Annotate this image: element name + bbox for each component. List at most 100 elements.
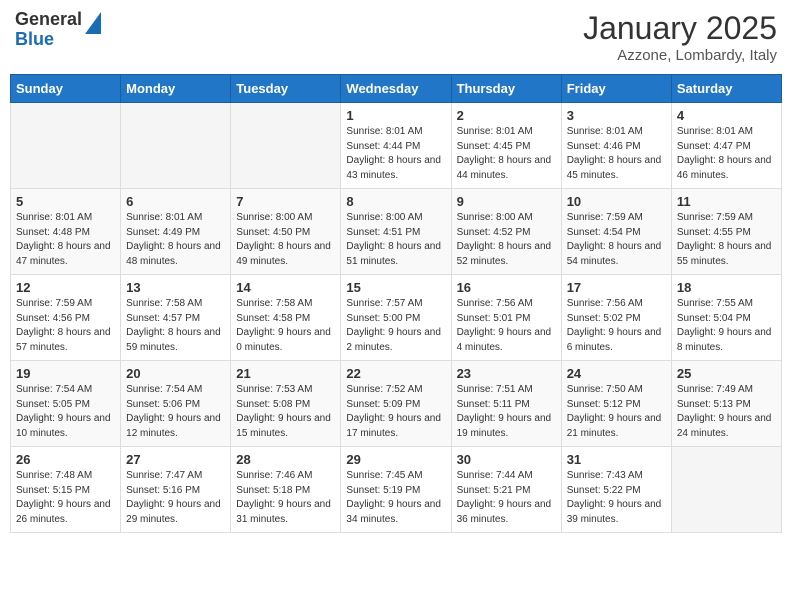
calendar-cell: 2Sunrise: 8:01 AM Sunset: 4:45 PM Daylig… [451, 103, 561, 189]
calendar-cell: 20 Sunrise: 7:54 AM Sunset: 5:06 PM Dayli… [121, 361, 231, 447]
day-info: Sunrise: 7:45 AM Sunset: 5:19 PM Dayligh… [346, 469, 445, 527]
column-header-monday: Monday [121, 75, 231, 103]
day-info: Sunrise: 7:54 AM Sunset: 5:05 PM Dayligh… [16, 383, 115, 441]
day-info: Sunrise: 7:59 AM Sunset: 4:54 PM Dayligh… [567, 211, 666, 269]
calendar-cell: 25 Sunrise: 7:49 AM Sunset: 5:13 PM Dayli… [671, 361, 781, 447]
calendar-cell: 10 Sunrise: 7:59 AM Sunset: 4:54 PM Dayli… [561, 189, 671, 275]
calendar-cell [11, 103, 121, 189]
day-number: 20 [126, 366, 225, 381]
calendar-cell: 24 Sunrise: 7:50 AM Sunset: 5:12 PM Dayli… [561, 361, 671, 447]
day-number: 6 [126, 194, 225, 209]
day-number: 14 [236, 280, 335, 295]
calendar-cell: 16 Sunrise: 7:56 AM Sunset: 5:01 PM Dayli… [451, 275, 561, 361]
calendar-cell [231, 103, 341, 189]
calendar-cell: 23 Sunrise: 7:51 AM Sunset: 5:11 PM Dayli… [451, 361, 561, 447]
day-number: 3 [567, 108, 666, 123]
calendar-cell: 4 Sunrise: 8:01 AM Sunset: 4:47 PM Daylig… [671, 103, 781, 189]
day-number: 21 [236, 366, 335, 381]
column-header-tuesday: Tuesday [231, 75, 341, 103]
day-number: 28 [236, 452, 335, 467]
day-number: 4 [677, 108, 776, 123]
day-number: 30 [457, 452, 556, 467]
calendar-table: SundayMondayTuesdayWednesdayThursdayFrid… [10, 74, 782, 533]
calendar-cell: 31Sunrise: 7:43 AM Sunset: 5:22 PM Dayli… [561, 447, 671, 533]
day-info: Sunrise: 8:00 AM Sunset: 4:52 PM Dayligh… [457, 211, 556, 269]
day-info: Sunrise: 7:54 AM Sunset: 5:06 PM Dayligh… [126, 383, 225, 441]
calendar-week-row: 1Sunrise: 8:01 AM Sunset: 4:44 PM Daylig… [11, 103, 782, 189]
day-info: Sunrise: 8:01 AM Sunset: 4:47 PM Dayligh… [677, 125, 776, 183]
calendar-cell: 1Sunrise: 8:01 AM Sunset: 4:44 PM Daylig… [341, 103, 451, 189]
calendar-cell: 28 Sunrise: 7:46 AM Sunset: 5:18 PM Dayli… [231, 447, 341, 533]
day-number: 10 [567, 194, 666, 209]
calendar-cell: 6 Sunrise: 8:01 AM Sunset: 4:49 PM Daylig… [121, 189, 231, 275]
day-number: 24 [567, 366, 666, 381]
calendar-cell: 30 Sunrise: 7:44 AM Sunset: 5:21 PM Dayli… [451, 447, 561, 533]
calendar-week-row: 19 Sunrise: 7:54 AM Sunset: 5:05 PM Dayli… [11, 361, 782, 447]
day-info: Sunrise: 7:47 AM Sunset: 5:16 PM Dayligh… [126, 469, 225, 527]
day-info: Sunrise: 8:01 AM Sunset: 4:45 PM Dayligh… [457, 125, 556, 183]
day-info: Sunrise: 7:58 AM Sunset: 4:57 PM Dayligh… [126, 297, 225, 355]
day-number: 22 [346, 366, 445, 381]
day-number: 17 [567, 280, 666, 295]
calendar-cell: 13 Sunrise: 7:58 AM Sunset: 4:57 PM Dayli… [121, 275, 231, 361]
calendar-week-row: 26 Sunrise: 7:48 AM Sunset: 5:15 PM Dayli… [11, 447, 782, 533]
day-number: 16 [457, 280, 556, 295]
calendar-cell [671, 447, 781, 533]
day-info: Sunrise: 7:59 AM Sunset: 4:56 PM Dayligh… [16, 297, 115, 355]
day-info: Sunrise: 7:56 AM Sunset: 5:02 PM Dayligh… [567, 297, 666, 355]
calendar-cell: 22Sunrise: 7:52 AM Sunset: 5:09 PM Dayli… [341, 361, 451, 447]
calendar-cell: 8 Sunrise: 8:00 AM Sunset: 4:51 PM Daylig… [341, 189, 451, 275]
column-header-friday: Friday [561, 75, 671, 103]
logo-general: General [15, 10, 82, 30]
calendar-cell: 18Sunrise: 7:55 AM Sunset: 5:04 PM Dayli… [671, 275, 781, 361]
column-header-thursday: Thursday [451, 75, 561, 103]
calendar-cell: 11Sunrise: 7:59 AM Sunset: 4:55 PM Dayli… [671, 189, 781, 275]
day-number: 15 [346, 280, 445, 295]
day-number: 25 [677, 366, 776, 381]
day-number: 9 [457, 194, 556, 209]
day-number: 7 [236, 194, 335, 209]
calendar-cell: 5 Sunrise: 8:01 AM Sunset: 4:48 PM Daylig… [11, 189, 121, 275]
day-info: Sunrise: 7:56 AM Sunset: 5:01 PM Dayligh… [457, 297, 556, 355]
page-header: General Blue January 2025 Azzone, Lombar… [10, 10, 782, 64]
day-info: Sunrise: 7:44 AM Sunset: 5:21 PM Dayligh… [457, 469, 556, 527]
day-info: Sunrise: 7:46 AM Sunset: 5:18 PM Dayligh… [236, 469, 335, 527]
calendar-cell: 26 Sunrise: 7:48 AM Sunset: 5:15 PM Dayli… [11, 447, 121, 533]
day-number: 29 [346, 452, 445, 467]
day-info: Sunrise: 7:51 AM Sunset: 5:11 PM Dayligh… [457, 383, 556, 441]
day-number: 5 [16, 194, 115, 209]
calendar-cell: 12Sunrise: 7:59 AM Sunset: 4:56 PM Dayli… [11, 275, 121, 361]
calendar-cell: 9 Sunrise: 8:00 AM Sunset: 4:52 PM Daylig… [451, 189, 561, 275]
day-number: 8 [346, 194, 445, 209]
logo: General Blue [15, 10, 101, 50]
day-number: 26 [16, 452, 115, 467]
day-number: 19 [16, 366, 115, 381]
calendar-cell: 17 Sunrise: 7:56 AM Sunset: 5:02 PM Dayli… [561, 275, 671, 361]
calendar-cell: 29 Sunrise: 7:45 AM Sunset: 5:19 PM Dayli… [341, 447, 451, 533]
day-info: Sunrise: 7:43 AM Sunset: 5:22 PM Dayligh… [567, 469, 666, 527]
calendar-cell: 14 Sunrise: 7:58 AM Sunset: 4:58 PM Dayli… [231, 275, 341, 361]
day-info: Sunrise: 7:57 AM Sunset: 5:00 PM Dayligh… [346, 297, 445, 355]
day-number: 27 [126, 452, 225, 467]
day-number: 11 [677, 194, 776, 209]
day-info: Sunrise: 7:49 AM Sunset: 5:13 PM Dayligh… [677, 383, 776, 441]
day-info: Sunrise: 7:48 AM Sunset: 5:15 PM Dayligh… [16, 469, 115, 527]
day-info: Sunrise: 7:53 AM Sunset: 5:08 PM Dayligh… [236, 383, 335, 441]
day-info: Sunrise: 8:00 AM Sunset: 4:50 PM Dayligh… [236, 211, 335, 269]
logo-text: General Blue [15, 10, 82, 50]
day-info: Sunrise: 8:01 AM Sunset: 4:44 PM Dayligh… [346, 125, 445, 183]
calendar-week-row: 12Sunrise: 7:59 AM Sunset: 4:56 PM Dayli… [11, 275, 782, 361]
calendar-cell: 3 Sunrise: 8:01 AM Sunset: 4:46 PM Daylig… [561, 103, 671, 189]
calendar-cell: 21 Sunrise: 7:53 AM Sunset: 5:08 PM Dayli… [231, 361, 341, 447]
day-info: Sunrise: 7:58 AM Sunset: 4:58 PM Dayligh… [236, 297, 335, 355]
day-number: 18 [677, 280, 776, 295]
day-info: Sunrise: 8:01 AM Sunset: 4:49 PM Dayligh… [126, 211, 225, 269]
day-info: Sunrise: 8:01 AM Sunset: 4:46 PM Dayligh… [567, 125, 666, 183]
day-number: 13 [126, 280, 225, 295]
day-info: Sunrise: 7:50 AM Sunset: 5:12 PM Dayligh… [567, 383, 666, 441]
calendar-header-row: SundayMondayTuesdayWednesdayThursdayFrid… [11, 75, 782, 103]
day-number: 23 [457, 366, 556, 381]
calendar-cell [121, 103, 231, 189]
day-info: Sunrise: 8:00 AM Sunset: 4:51 PM Dayligh… [346, 211, 445, 269]
day-info: Sunrise: 8:01 AM Sunset: 4:48 PM Dayligh… [16, 211, 115, 269]
